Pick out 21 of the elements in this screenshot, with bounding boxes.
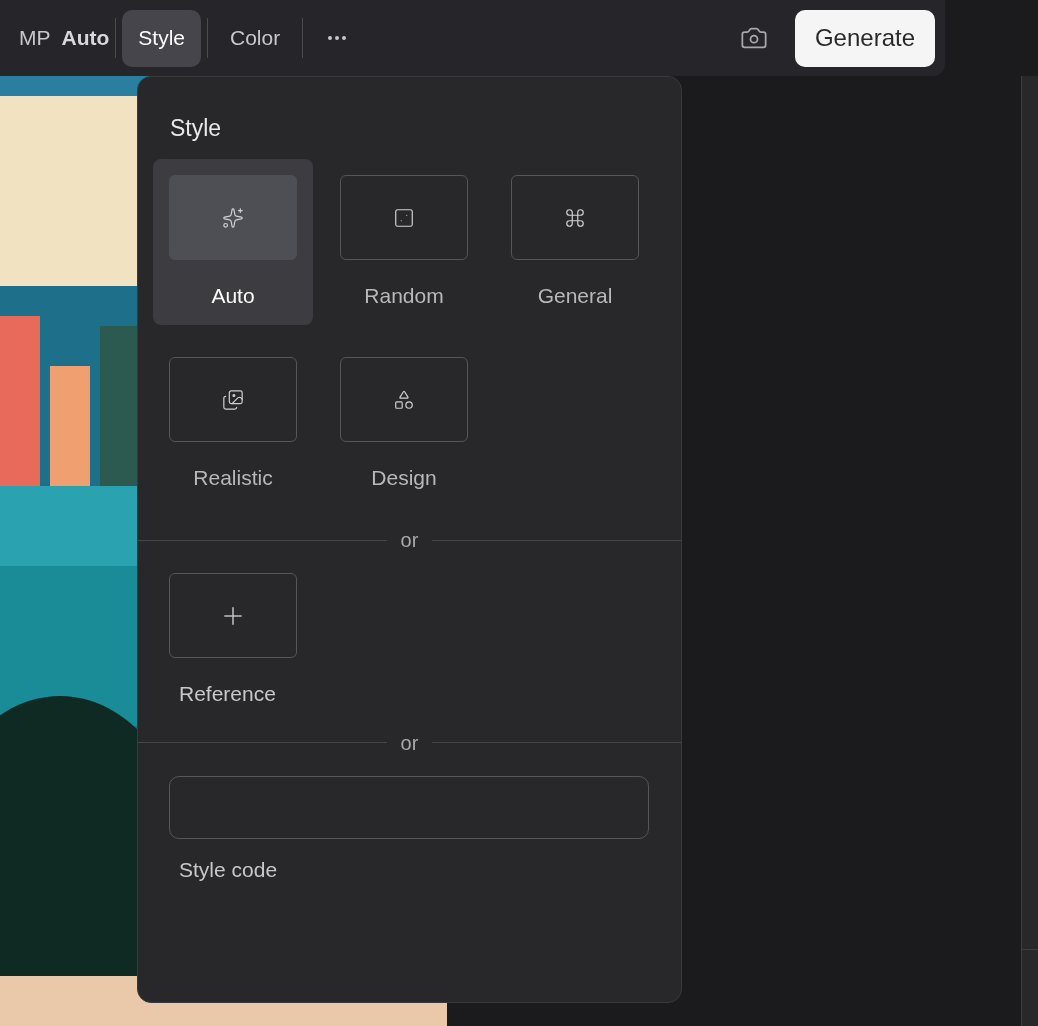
style-option[interactable]: Auto [153,159,313,325]
dice-icon [393,206,415,229]
divider-label: or [400,528,419,553]
style-option[interactable]: Realistic [153,341,313,507]
style-option[interactable]: General [495,159,655,325]
style-code-label: Style code [179,856,278,883]
sparkles-icon [222,206,244,229]
style-option[interactable]: Random [324,159,484,325]
style-option[interactable]: Design [324,341,484,507]
style-code-field[interactable] [169,775,649,839]
mp-value[interactable]: Auto [61,22,110,54]
shapes-icon [393,388,415,411]
popover-title: Style [170,114,223,143]
command-icon [564,206,586,229]
reference-label: Reference [179,681,276,707]
photos-icon [222,388,244,411]
mp-label: MP [19,25,51,52]
generate-button[interactable]: Generate [794,9,935,67]
divider-label: or [400,730,419,756]
toolbar-tab[interactable]: Color [214,9,297,67]
toolbar-tab[interactable]: Style [122,9,201,67]
